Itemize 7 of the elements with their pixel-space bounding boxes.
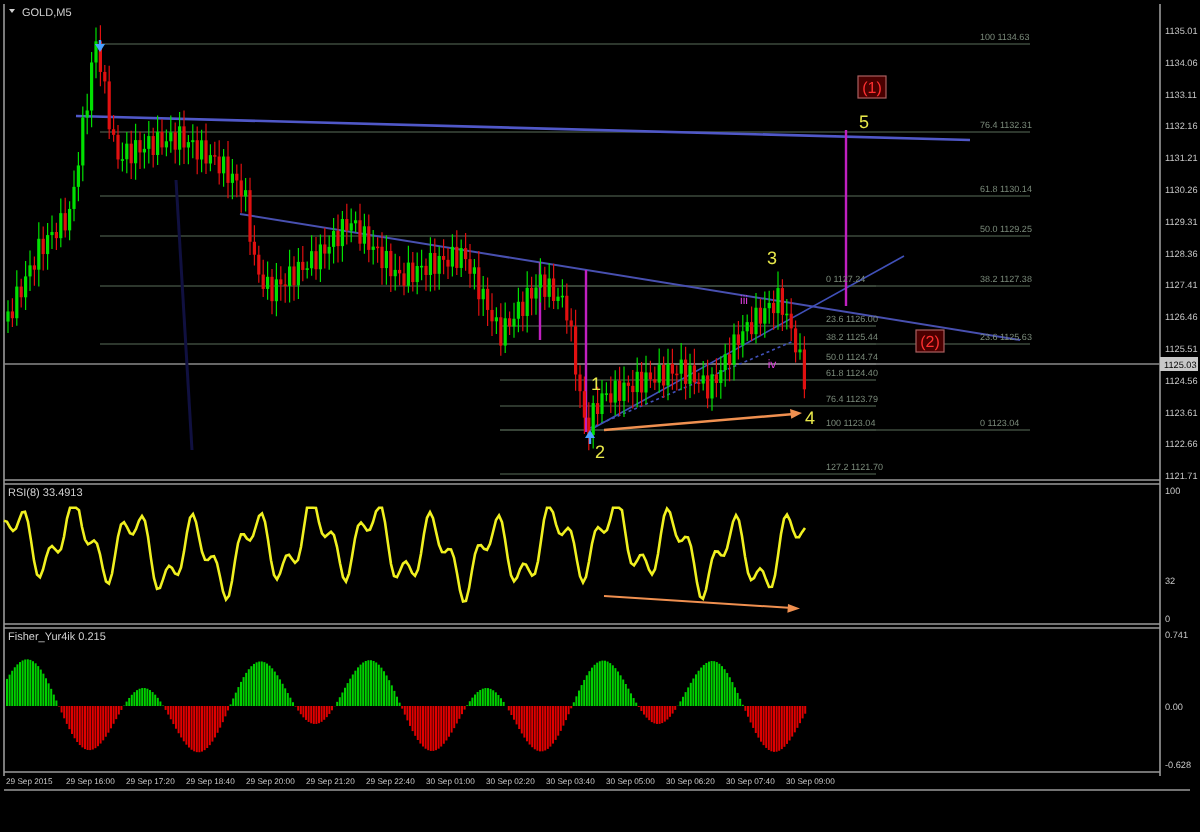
wave-label: 4 <box>805 408 815 428</box>
wave-label: 5 <box>859 112 869 132</box>
wave-label: 3 <box>767 248 777 268</box>
wave-label: 1 <box>591 374 601 394</box>
wave-label: (2) <box>915 329 945 353</box>
wave-label: (1) <box>857 75 887 99</box>
wave-label: 2 <box>595 442 605 462</box>
